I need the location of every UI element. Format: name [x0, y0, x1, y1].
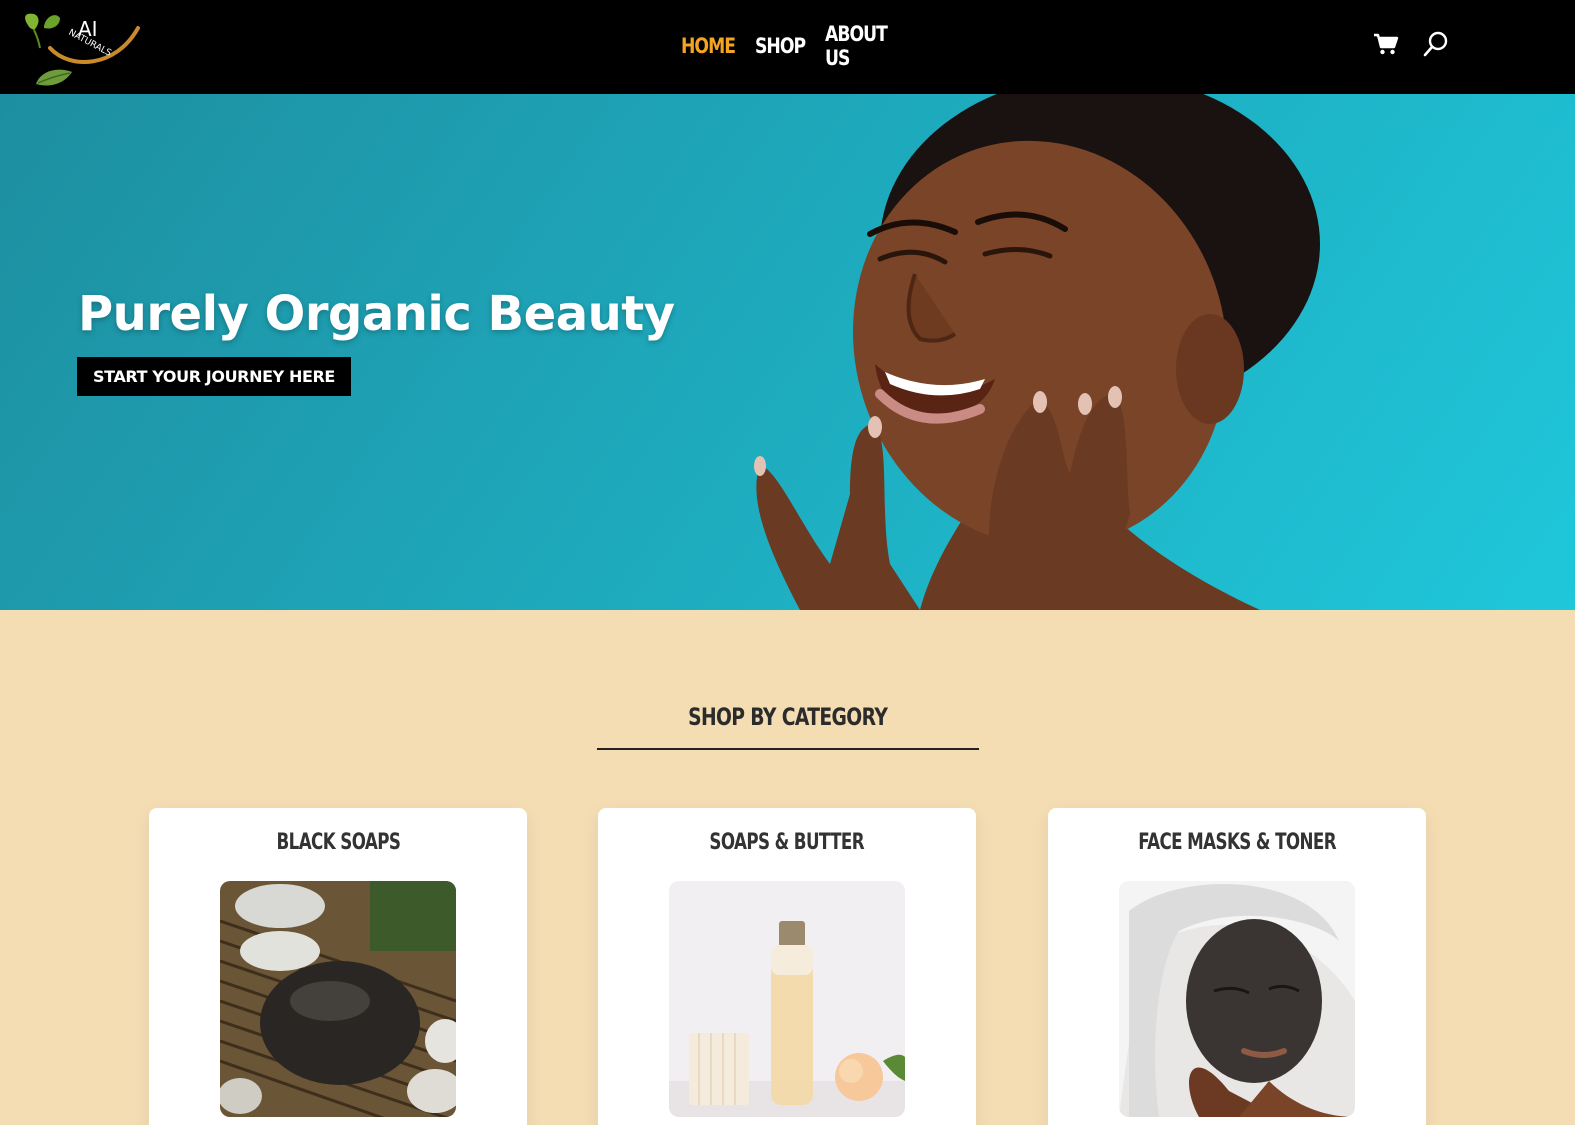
nav-item-about-us[interactable]: ABOUT US: [825, 22, 891, 70]
category-image-black-soaps[interactable]: [220, 881, 456, 1117]
category-image-soaps-butter[interactable]: [669, 881, 905, 1117]
category-card-title: BLACK SOAPS: [149, 830, 527, 855]
section-title: SHOP BY CATEGORY: [0, 703, 1575, 731]
category-card-title: FACE MASKS & TONER: [1048, 830, 1426, 855]
category-card-black-soaps[interactable]: BLACK SOAPS: [149, 808, 527, 1125]
section-title-text: SHOP BY CATEGORY: [687, 703, 888, 731]
brand-logo[interactable]: AI NATURALS: [20, 8, 146, 90]
toner-bottle-photo: [669, 881, 905, 1117]
start-journey-button[interactable]: START YOUR JOURNEY HERE: [77, 357, 351, 396]
cart-icon[interactable]: [1372, 30, 1400, 58]
brand-logo-graphic: AI NATURALS: [25, 13, 140, 86]
hero-title: Purely Organic Beauty: [78, 286, 675, 342]
site-header: AI NATURALS HOME SHOP ABOUT US: [0, 0, 1575, 94]
face-mask-photo: [1119, 881, 1355, 1117]
section-divider: [597, 748, 979, 750]
category-card-soaps-butter[interactable]: SOAPS & BUTTER: [598, 808, 976, 1125]
category-image-face-masks-toner[interactable]: [1119, 881, 1355, 1117]
black-soap-photo: [220, 881, 456, 1117]
category-card-face-masks-toner[interactable]: FACE MASKS & TONER: [1048, 808, 1426, 1125]
nav-item-home[interactable]: HOME: [681, 34, 736, 58]
main-nav: HOME SHOP ABOUT US: [681, 22, 905, 70]
category-card-title: SOAPS & BUTTER: [598, 830, 976, 855]
category-card-label: SOAPS & BUTTER: [709, 830, 865, 855]
header-icons: [1372, 30, 1450, 58]
search-icon[interactable]: [1422, 30, 1450, 58]
hero-banner: Purely Organic Beauty START YOUR JOURNEY…: [0, 94, 1575, 610]
category-card-label: BLACK SOAPS: [276, 830, 400, 855]
nav-item-shop[interactable]: SHOP: [755, 34, 806, 58]
hero-model-photo: [754, 94, 1320, 610]
category-card-label: FACE MASKS & TONER: [1138, 830, 1336, 855]
